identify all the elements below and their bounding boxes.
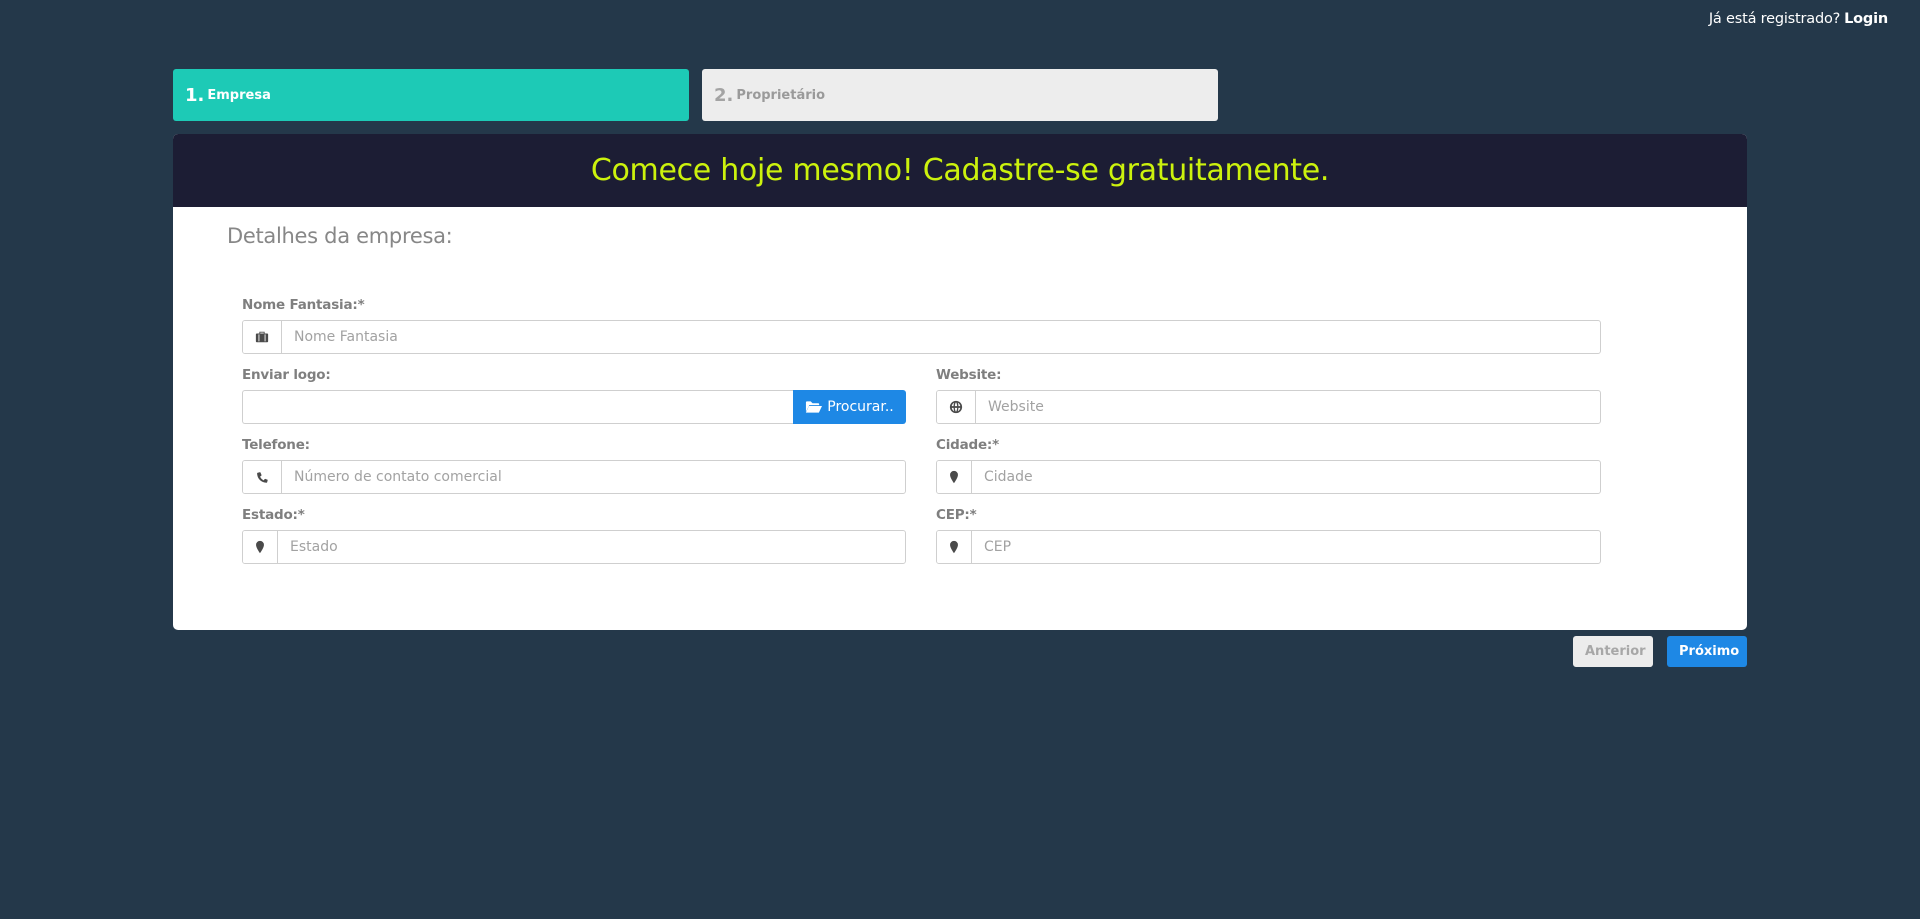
login-prompt: Já está registrado? Login — [1709, 11, 1888, 27]
wizard-steps: 1. Empresa 2. Proprietário — [173, 69, 1218, 121]
logo-file-input-group: Procurar.. — [242, 390, 906, 424]
telefone-group: Telefone: — [242, 437, 906, 494]
next-button[interactable]: Próximo — [1667, 636, 1747, 667]
map-marker-icon — [937, 531, 972, 563]
wizard-nav: Anterior Próximo — [1573, 636, 1747, 667]
logo-file-field[interactable] — [242, 390, 793, 424]
nome-fantasia-label: Nome Fantasia:* — [242, 297, 365, 313]
cidade-input-group — [936, 460, 1601, 494]
website-input[interactable] — [976, 391, 1600, 423]
step-label: Proprietário — [736, 87, 826, 103]
nome-fantasia-input-group — [242, 320, 1601, 354]
step-number: 2. — [714, 84, 734, 106]
login-link[interactable]: Login — [1844, 11, 1888, 27]
cep-input-group — [936, 530, 1601, 564]
globe-icon — [937, 391, 976, 423]
telefone-input-group — [242, 460, 906, 494]
nome-fantasia-group: Nome Fantasia:* — [242, 297, 1601, 354]
browse-button[interactable]: Procurar.. — [793, 390, 906, 424]
folder-open-icon — [806, 401, 823, 413]
website-label: Website: — [936, 367, 1002, 383]
step-label: Empresa — [207, 87, 271, 103]
cidade-input[interactable] — [972, 461, 1600, 493]
telefone-input[interactable] — [282, 461, 905, 493]
phone-icon — [243, 461, 282, 493]
cep-input[interactable] — [972, 531, 1600, 563]
estado-group: Estado:* — [242, 507, 906, 564]
cep-group: CEP:* — [936, 507, 1601, 564]
website-group: Website: — [936, 367, 1601, 424]
step-empresa[interactable]: 1. Empresa — [173, 69, 689, 121]
cidade-group: Cidade:* — [936, 437, 1601, 494]
cep-label: CEP:* — [936, 507, 977, 523]
estado-input-group — [242, 530, 906, 564]
browse-button-label: Procurar.. — [827, 399, 894, 415]
company-form: Nome Fantasia:* Enviar logo: Procurar.. … — [173, 134, 1747, 630]
estado-label: Estado:* — [242, 507, 305, 523]
step-proprietario[interactable]: 2. Proprietário — [702, 69, 1218, 121]
map-marker-icon — [937, 461, 972, 493]
estado-input[interactable] — [278, 531, 905, 563]
website-input-group — [936, 390, 1601, 424]
logo-group: Enviar logo: Procurar.. — [242, 367, 906, 424]
briefcase-icon — [243, 321, 282, 353]
nome-fantasia-input[interactable] — [282, 321, 1600, 353]
logo-label: Enviar logo: — [242, 367, 331, 383]
already-registered-text: Já está registrado? — [1708, 11, 1841, 27]
telefone-label: Telefone: — [242, 437, 310, 453]
signup-card: Comece hoje mesmo! Cadastre-se gratuitam… — [173, 134, 1747, 630]
cidade-label: Cidade:* — [936, 437, 999, 453]
map-marker-icon — [243, 531, 278, 563]
step-number: 1. — [185, 84, 205, 106]
previous-button[interactable]: Anterior — [1573, 636, 1653, 667]
